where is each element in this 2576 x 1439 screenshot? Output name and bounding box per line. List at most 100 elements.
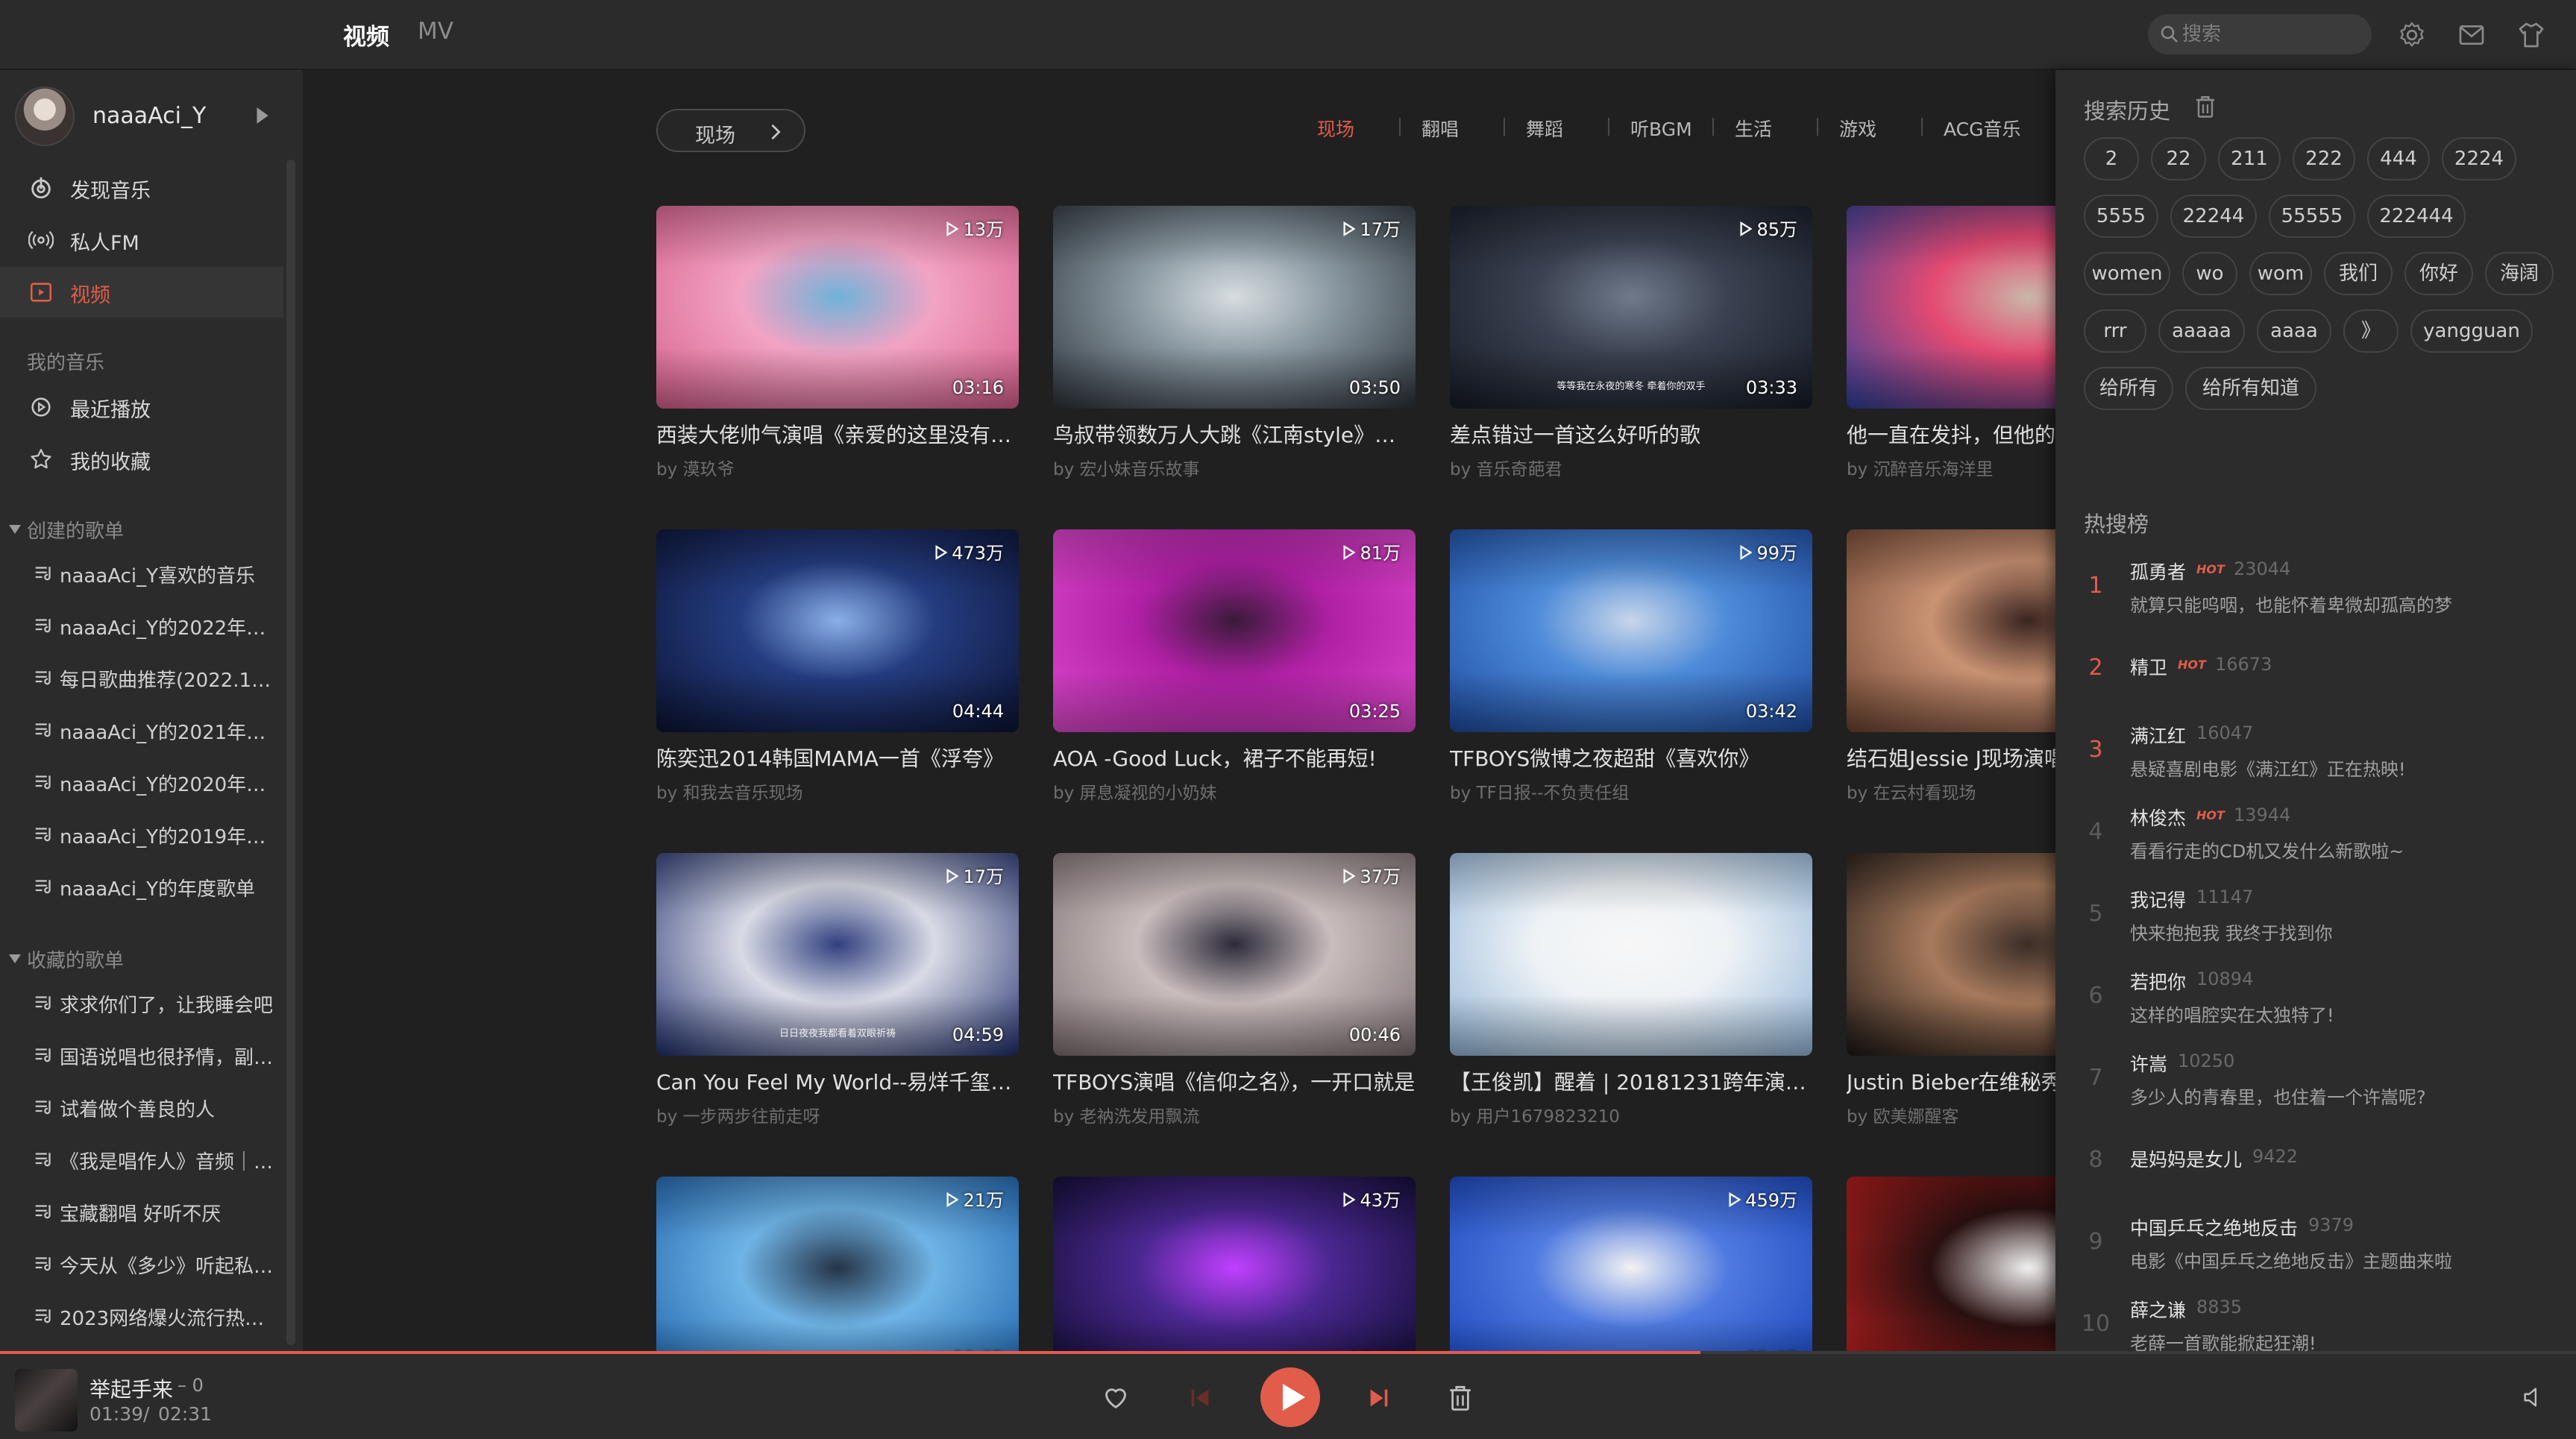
video-author[interactable]: by 宏小妹音乐故事: [1053, 455, 1416, 480]
tag-1[interactable]: 翻唱: [1421, 115, 1459, 142]
video-thumbnail[interactable]: 81万 03:25: [1053, 529, 1416, 732]
video-thumbnail[interactable]: 43万06:06: [1053, 1177, 1416, 1351]
search-history-chip[interactable]: 222444: [2367, 195, 2466, 238]
caret-right-icon[interactable]: [254, 106, 270, 125]
video-card[interactable]: 81万 03:25 AOA -Good Luck，裙子不能再短! by 屏息凝视的小奶…: [1053, 529, 1416, 828]
search-box[interactable]: [2148, 14, 2372, 54]
hot-search-item[interactable]: 2 精卫 HOT 16673: [2055, 632, 2576, 707]
playlist-item[interactable]: naaaAci_Y喜欢的音乐: [0, 550, 283, 596]
video-author[interactable]: by 音乐奇葩君: [1450, 455, 1812, 480]
video-title[interactable]: 陈奕迅2014韩国MAMA一首《浮夸》: [656, 743, 1019, 772]
search-history-chip[interactable]: 你好: [2404, 252, 2473, 295]
search-history-chip[interactable]: 444: [2367, 137, 2430, 180]
video-card[interactable]: 37万 00:46 TFBOYS演唱《信仰之名》，一开口就是 by 老衲洗发用飘流: [1053, 853, 1416, 1151]
video-card[interactable]: 473万 04:44 陈奕迅2014韩国MAMA一首《浮夸》 by 和我去音乐现场: [656, 529, 1019, 828]
playlist-item[interactable]: 每日歌曲推荐(2022.12.10): [0, 655, 283, 701]
playlist-item[interactable]: naaaAci_Y的2020年度歌单: [0, 759, 283, 805]
search-history-chip[interactable]: 2224: [2442, 137, 2516, 180]
sidebar-scrollbar[interactable]: [286, 160, 295, 1345]
song-artist[interactable]: – 0: [178, 1375, 204, 1396]
nav-video[interactable]: 视频: [0, 267, 283, 318]
video-thumbnail[interactable]: 21万02:02: [656, 1177, 1019, 1351]
search-history-chip[interactable]: wom: [2249, 252, 2312, 295]
search-history-chip[interactable]: 222: [2293, 137, 2355, 180]
video-author[interactable]: by TF日报--不负责任组: [1450, 778, 1812, 804]
search-history-chip[interactable]: 》: [2343, 309, 2398, 353]
hot-search-item[interactable]: 8 是妈妈是女儿 9422: [2055, 1124, 2576, 1199]
playlist-item[interactable]: 宝藏翻唱 好听不厌: [0, 1188, 283, 1235]
search-history-chip[interactable]: 给所有知道: [2185, 367, 2316, 410]
search-history-chip[interactable]: aaaaa: [2158, 309, 2245, 353]
video-title[interactable]: 鸟叔带领数万人大跳《江南style》场面震撼: [1053, 419, 1416, 449]
video-title[interactable]: AOA -Good Luck，裙子不能再短!: [1053, 743, 1416, 772]
video-title[interactable]: TFBOYS微博之夜超甜《喜欢你》: [1450, 743, 1812, 772]
category-select-button[interactable]: 现场: [656, 109, 805, 152]
search-history-chip[interactable]: women: [2084, 252, 2170, 295]
search-history-chip[interactable]: 5555: [2084, 195, 2158, 238]
video-author[interactable]: by 用户1679823210: [1450, 1102, 1812, 1127]
video-card[interactable]: 459万11:45: [1450, 1177, 1812, 1351]
playlist-item[interactable]: naaaAci_Y的2022年度歌单: [0, 602, 283, 649]
hot-search-item[interactable]: 5 我记得 11147 快来抱抱我 我终于找到你: [2055, 878, 2576, 953]
playlist-item[interactable]: naaaAci_Y的年度歌单: [0, 863, 283, 910]
video-title[interactable]: 西装大佬帅气演唱《亲爱的这里没有下雪》: [656, 419, 1019, 449]
search-history-chip[interactable]: aaaa: [2257, 309, 2331, 353]
video-thumbnail[interactable]: 13万 03:16: [656, 206, 1019, 409]
video-thumbnail[interactable]: 459万11:45: [1450, 1177, 1812, 1351]
volume-icon[interactable]: [2521, 1384, 2546, 1411]
avatar[interactable]: [15, 86, 75, 146]
hot-search-item[interactable]: 3 满江红 16047 悬疑喜剧电影《满江红》正在热映!: [2055, 714, 2576, 789]
collapse-triangle-icon[interactable]: [7, 522, 22, 537]
hot-search-item[interactable]: 1 孤勇者 HOT 23044 就算只能呜咽，也能怀着卑微却孤高的梦: [2055, 550, 2576, 625]
nav-private-fm[interactable]: 私人FM: [0, 215, 283, 265]
video-thumbnail[interactable]: 85万 等等我在永夜的寒冬 牵着你的双手 03:33: [1450, 206, 1812, 409]
hot-search-item[interactable]: 4 林俊杰 HOT 13944 看看行走的CD机又发什么新歌啦~: [2055, 796, 2576, 871]
playlist-item[interactable]: naaaAci_Y的2019年度歌单: [0, 811, 283, 857]
next-track-icon[interactable]: [1366, 1385, 1392, 1411]
video-author[interactable]: by 一步两步往前走呀: [656, 1102, 1019, 1127]
previous-track-icon[interactable]: [1187, 1385, 1213, 1411]
video-card[interactable]: 17万 日日夜夜我都看着双眼祈祷 04:59 Can You Feel My Worl…: [656, 853, 1019, 1151]
tag-2[interactable]: 舞蹈: [1526, 115, 1563, 142]
video-thumbnail[interactable]: 473万 04:44: [656, 529, 1019, 732]
hot-search-item[interactable]: 10 薛之谦 8835 老薛一首歌能掀起狂潮!: [2055, 1288, 2576, 1351]
collected-playlists-title[interactable]: 收藏的歌单: [27, 945, 124, 973]
search-history-chip[interactable]: rrr: [2084, 309, 2146, 353]
trash-icon[interactable]: [2194, 94, 2217, 119]
search-history-chip[interactable]: 22244: [2170, 195, 2257, 238]
tag-4[interactable]: 生活: [1735, 115, 1772, 142]
song-title[interactable]: 举起手来: [89, 1373, 173, 1403]
video-author[interactable]: by 老衲洗发用飘流: [1053, 1102, 1416, 1127]
video-thumbnail[interactable]: 17万 03:50: [1053, 206, 1416, 409]
mail-icon[interactable]: [2457, 20, 2487, 50]
tag-0[interactable]: 现场: [1317, 115, 1354, 142]
play-button[interactable]: [1260, 1367, 1320, 1427]
video-thumbnail[interactable]: [1450, 853, 1812, 1056]
tab-video[interactable]: 视频: [343, 18, 389, 51]
video-thumbnail[interactable]: 17万 日日夜夜我都看着双眼祈祷 04:59: [656, 853, 1019, 1056]
video-card[interactable]: 99万 03:42 TFBOYS微博之夜超甜《喜欢你》 by TF日报--不负责任组: [1450, 529, 1812, 828]
video-author[interactable]: by 屏息凝视的小奶妹: [1053, 778, 1416, 804]
video-title[interactable]: 【王俊凯】醒着 | 20181231跨年演唱会: [1450, 1066, 1812, 1096]
collapse-triangle-icon[interactable]: [7, 951, 22, 966]
search-history-chip[interactable]: 22: [2151, 137, 2206, 180]
search-history-chip[interactable]: 我们: [2324, 252, 2393, 295]
hot-search-item[interactable]: 9 中国乒乓之绝地反击 9379 电影《中国乒乓之绝地反击》主题曲来啦: [2055, 1206, 2576, 1281]
playlist-item[interactable]: 《我是唱作人》音频｜热门: [0, 1136, 283, 1183]
album-cover[interactable]: [15, 1369, 78, 1432]
playlist-item[interactable]: naaaAci_Y的2021年度歌单: [0, 707, 283, 753]
search-history-chip[interactable]: 211: [2218, 137, 2281, 180]
search-history-chip[interactable]: 海阔: [2485, 252, 2554, 295]
playlist-item[interactable]: 2023网络爆火流行热歌榜: [0, 1293, 283, 1339]
hot-search-item[interactable]: 7 许嵩 10250 多少人的青春里，也住着一个许嵩呢?: [2055, 1042, 2576, 1117]
video-thumbnail[interactable]: 37万 00:46: [1053, 853, 1416, 1056]
created-playlists-title[interactable]: 创建的歌单: [27, 516, 124, 544]
skin-shirt-icon[interactable]: [2516, 20, 2546, 50]
video-card[interactable]: 13万 03:16 西装大佬帅气演唱《亲爱的这里没有下雪》 by 漠玖爷: [656, 206, 1019, 504]
tag-3[interactable]: 听BGM: [1630, 115, 1692, 142]
video-card[interactable]: 17万 03:50 鸟叔带领数万人大跳《江南style》场面震撼 by 宏小妹音乐故事: [1053, 206, 1416, 504]
nav-recent-play[interactable]: 最近播放: [0, 382, 283, 432]
playlist-item[interactable]: 试着做个善良的人: [0, 1084, 283, 1130]
video-card[interactable]: 【王俊凯】醒着 | 20181231跨年演唱会 by 用户1679823210: [1450, 853, 1812, 1151]
username[interactable]: naaaAci_Y: [92, 103, 206, 129]
